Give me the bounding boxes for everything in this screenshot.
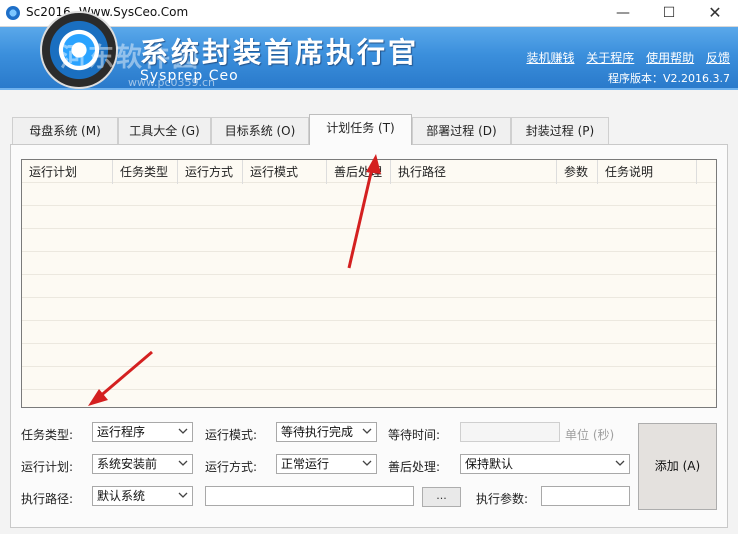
column-header-params[interactable]: 参数 (557, 160, 598, 184)
exec-path-input[interactable] (205, 486, 414, 506)
chevron-down-icon (178, 492, 188, 498)
task-type-value: 运行程序 (97, 425, 146, 439)
main-area: 母盘系统 (M) 工具大全 (G) 目标系统 (O) 计划任务 (T) 部署过程… (0, 90, 738, 534)
run-mode-label: 运行模式: (205, 428, 258, 442)
product-subtitle: Sysprep Ceo (140, 68, 239, 84)
column-header-task-description[interactable]: 任务说明 (598, 160, 697, 184)
title-bar: Sc2016- Www.SysCeo.Com — ☐ ✕ (0, 0, 738, 27)
run-method-label: 运行方式: (205, 460, 258, 474)
tab-deploy-process[interactable]: 部署过程 (D) (412, 117, 511, 144)
link-help[interactable]: 使用帮助 (646, 51, 694, 65)
tab-master-system[interactable]: 母盘系统 (M) (12, 117, 118, 144)
close-button[interactable]: ✕ (692, 0, 738, 27)
column-header-run-plan[interactable]: 运行计划 (22, 160, 113, 184)
run-plan-value: 系统安装前 (97, 457, 158, 471)
link-feedback[interactable]: 反馈 (706, 51, 730, 65)
version-label: 程序版本：V2.2016.3.7 (607, 72, 730, 85)
column-header-exec-path[interactable]: 执行路径 (391, 160, 557, 184)
product-title: 系统封装首席执行官 (140, 36, 420, 69)
exec-params-input[interactable] (541, 486, 630, 506)
task-type-label: 任务类型: (21, 428, 74, 442)
exec-params-label: 执行参数: (476, 492, 529, 506)
run-plan-select[interactable]: 系统安装前 (92, 454, 193, 474)
run-plan-label: 运行计划: (21, 460, 74, 474)
wait-time-label: 等待时间: (388, 428, 441, 442)
maximize-button[interactable]: ☐ (646, 0, 692, 27)
column-header-task-type[interactable]: 任务类型 (113, 160, 178, 184)
chevron-down-icon (178, 460, 188, 466)
column-header-aftercare[interactable]: 善后处理 (327, 160, 391, 184)
task-table[interactable]: 运行计划 任务类型 运行方式 运行模式 善后处理 执行路径 参数 任务说明 (21, 159, 717, 408)
run-method-select[interactable]: 正常运行 (276, 454, 377, 474)
browse-button[interactable]: ... (422, 487, 461, 507)
wait-time-input[interactable] (460, 422, 560, 442)
chevron-down-icon (362, 460, 372, 466)
window-title: Sc2016- Www.SysCeo.Com (26, 5, 189, 19)
chevron-down-icon (178, 428, 188, 434)
tab-scheduled-tasks[interactable]: 计划任务 (T) (309, 114, 412, 145)
aftercare-label: 善后处理: (388, 460, 441, 474)
unit-seconds-label: 单位 (秒) (565, 428, 615, 442)
link-about[interactable]: 关于程序 (586, 51, 634, 65)
run-method-value: 正常运行 (281, 457, 330, 471)
column-header-run-method[interactable]: 运行方式 (178, 160, 243, 184)
chevron-down-icon (615, 460, 625, 466)
exec-path-label: 执行路径: (21, 492, 74, 506)
column-header-run-mode[interactable]: 运行模式 (243, 160, 327, 184)
exec-path-select[interactable]: 默认系统 (92, 486, 193, 506)
minimize-button[interactable]: — (600, 0, 646, 27)
tab-target-system[interactable]: 目标系统 (O) (211, 117, 309, 144)
add-button[interactable]: 添加 (A) (638, 423, 717, 510)
header-banner: 河东软件园 www.pc0359.cn 系统封装首席执行官 Sysprep Ce… (0, 11, 738, 90)
tab-package-process[interactable]: 封装过程 (P) (511, 117, 609, 144)
tab-tools[interactable]: 工具大全 (G) (118, 117, 211, 144)
header-links: 装机赚钱 关于程序 使用帮助 反馈 (518, 49, 730, 66)
chevron-down-icon (362, 428, 372, 434)
run-mode-value: 等待执行完成 (281, 425, 354, 439)
aftercare-value: 保持默认 (465, 457, 514, 471)
run-mode-select[interactable]: 等待执行完成 (276, 422, 377, 442)
exec-path-value: 默认系统 (97, 489, 146, 503)
link-earn[interactable]: 装机赚钱 (526, 51, 574, 65)
task-type-select[interactable]: 运行程序 (92, 422, 193, 442)
aftercare-select[interactable]: 保持默认 (460, 454, 630, 474)
app-icon (6, 6, 20, 20)
